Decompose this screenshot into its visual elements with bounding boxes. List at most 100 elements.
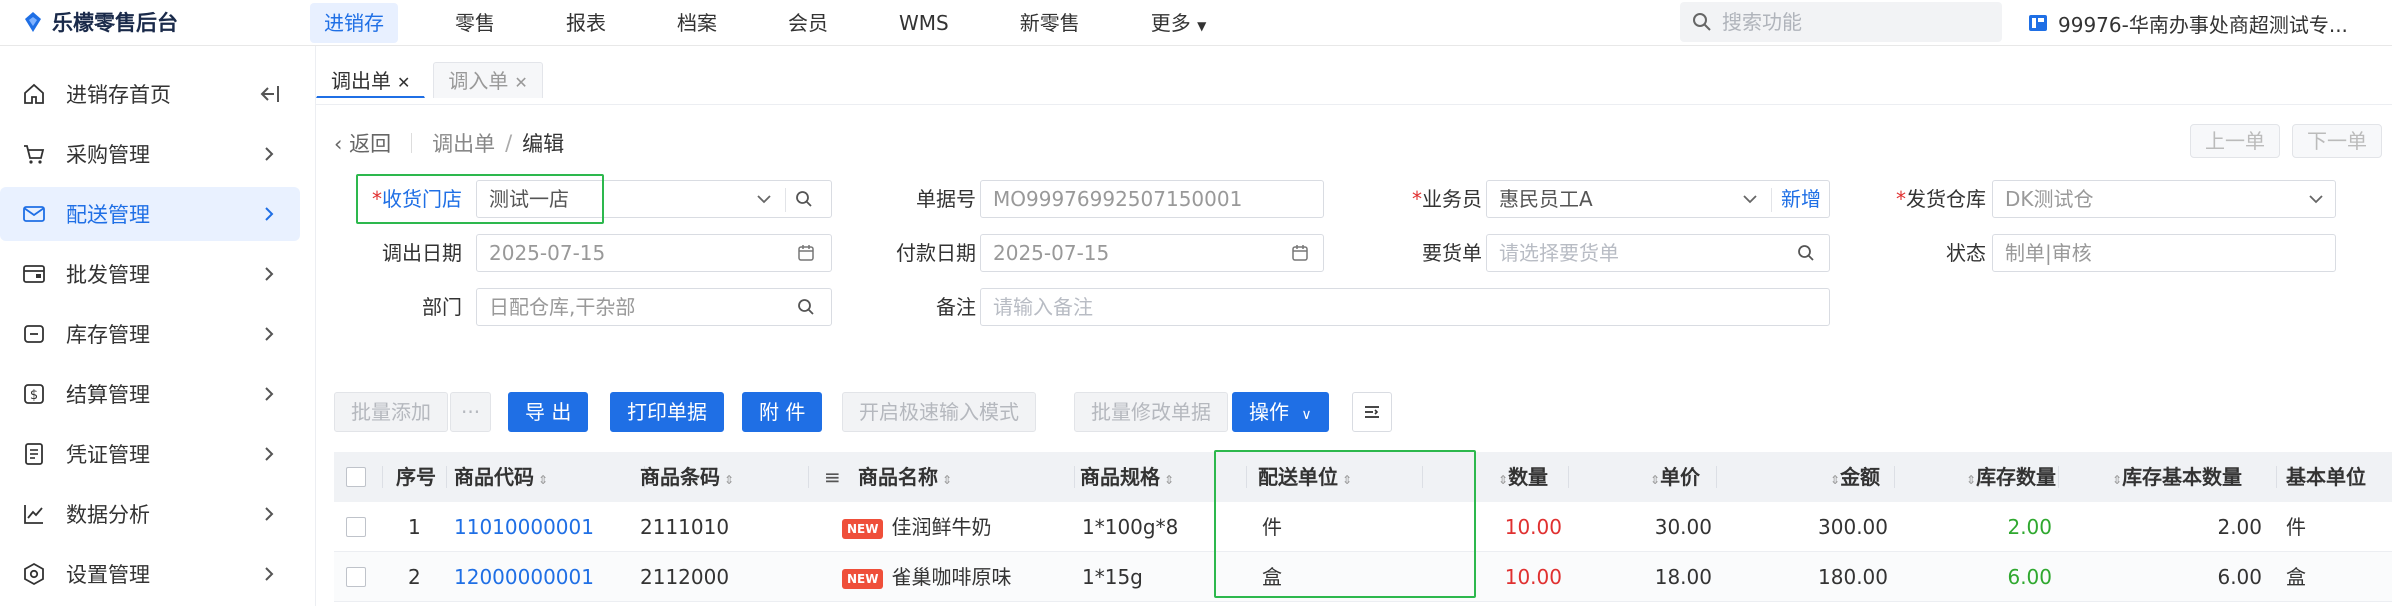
home-icon [24, 83, 44, 104]
chevron-right-icon [265, 567, 274, 581]
batch-add-button[interactable]: 批量添加 [334, 392, 448, 432]
request-doc-label: 要货单 [1422, 241, 1482, 265]
ship-warehouse-select[interactable]: DK测试仓 [1992, 180, 2336, 218]
prev-doc-button[interactable]: 上一单 [2190, 124, 2280, 158]
calendar-icon [798, 245, 814, 261]
receive-store-label: *收货门店 [316, 180, 462, 218]
add-salesman-link[interactable]: 新增 [1781, 181, 1821, 217]
sidebar-item-voucher[interactable]: 凭证管理 [0, 427, 300, 481]
cell-qty[interactable]: 10.00 [1454, 552, 1562, 602]
export-button[interactable]: 导 出 [508, 392, 589, 432]
nav-item-new-retail[interactable]: 新零售 [1006, 3, 1094, 43]
col-unit[interactable]: 配送单位 ⇕ [1258, 452, 1352, 502]
col-stock-base-qty[interactable]: ⇕库存基本数量 [2108, 452, 2242, 502]
column-divider [1894, 466, 1895, 488]
required-mark: * [372, 187, 382, 211]
nav-item-member[interactable]: 会员 [774, 3, 842, 43]
table-row[interactable]: 2 12000000001 2112000 NEW 雀巢咖啡原味 1*15g 盒 … [334, 552, 2392, 602]
batch-edit-button[interactable]: 批量修改单据 [1074, 392, 1228, 432]
field-divider [785, 188, 786, 212]
sidebar-item-delivery[interactable]: 配送管理 [0, 187, 300, 241]
row-checkbox[interactable] [346, 517, 366, 537]
more-button[interactable]: ··· [450, 392, 492, 432]
function-search-input[interactable] [1722, 2, 1992, 42]
required-mark: * [1412, 187, 1422, 211]
col-spec[interactable]: 商品规格 ⇕ [1080, 452, 1174, 502]
out-date-picker[interactable]: 2025-07-15 [476, 234, 832, 272]
search-icon[interactable] [795, 190, 813, 208]
out-date-value: 2025-07-15 [489, 241, 606, 265]
breadcrumb-parent[interactable]: 调出单 [432, 128, 495, 158]
sidebar-item-purchase[interactable]: 采购管理 [0, 127, 300, 181]
print-button[interactable]: 打印单据 [610, 392, 724, 432]
request-doc-select[interactable]: 请选择要货单 [1486, 234, 1830, 272]
nav-item-wms[interactable]: WMS [885, 3, 963, 43]
breadcrumb-slash: / [505, 131, 513, 155]
cell-qty[interactable]: 10.00 [1454, 502, 1562, 552]
search-icon[interactable] [797, 298, 815, 316]
doc-no-label: 单据号 [916, 187, 976, 211]
col-qty[interactable]: ⇕数量 [1494, 452, 1548, 502]
pay-date-label: 付款日期 [896, 241, 976, 265]
cell-code[interactable]: 11010000001 [454, 502, 594, 552]
col-stock-qty[interactable]: ⇕库存数量 [1962, 452, 2056, 502]
table-row[interactable]: 1 11010000001 2111010 NEW 佳润鲜牛奶 1*100g*8 … [334, 502, 2392, 552]
operations-dropdown[interactable]: 操作 ∨ [1232, 392, 1329, 432]
next-doc-button[interactable]: 下一单 [2292, 124, 2382, 158]
col-code[interactable]: 商品代码 ⇕ [454, 452, 548, 502]
fast-input-button[interactable]: 开启极速输入模式 [842, 392, 1036, 432]
dept-select[interactable]: 日配仓库,干杂部 [476, 288, 832, 326]
sidebar-item-home[interactable]: 进销存首页 [0, 67, 300, 121]
sidebar-item-analytics[interactable]: 数据分析 [0, 487, 300, 541]
sort-icon: ⇕ [1650, 473, 1661, 487]
cell-amount: 180.00 [1818, 565, 1888, 589]
col-name[interactable]: 商品名称 ⇕ [822, 452, 952, 502]
nav-item-inventory[interactable]: 进销存 [310, 3, 398, 43]
cell-amount: 300.00 [1818, 515, 1888, 539]
receive-store-select[interactable]: 测试一店 [476, 180, 832, 218]
close-icon[interactable]: ✕ [514, 73, 527, 92]
breadcrumb: ‹ 返回 调出单 / 编辑 [334, 128, 564, 158]
sidebar-item-label: 批发管理 [66, 263, 150, 287]
app-logo[interactable]: 乐檬零售后台 [22, 6, 178, 38]
request-doc-placeholder: 请选择要货单 [1499, 241, 1619, 265]
col-price[interactable]: ⇕单价 [1646, 452, 1700, 502]
sidebar-item-stock[interactable]: 库存管理 [0, 307, 300, 361]
pay-date-picker[interactable]: 2025-07-15 [980, 234, 1324, 272]
nav-item-archive[interactable]: 档案 [663, 3, 731, 43]
ship-warehouse-value: DK测试仓 [2005, 187, 2094, 211]
salesman-select[interactable]: 惠民员工A 新增 [1486, 180, 1830, 218]
col-barcode[interactable]: 商品条码 ⇕ [640, 452, 734, 502]
chevron-right-icon [265, 207, 274, 221]
sidebar-item-settings[interactable]: 设置管理 [0, 547, 300, 601]
tab-transfer-out[interactable]: 调出单 ✕ [316, 62, 426, 98]
cell-name-text: 雀巢咖啡原味 [891, 565, 1012, 589]
col-amount[interactable]: ⇕金额 [1826, 452, 1880, 502]
sidebar-item-wholesale[interactable]: 批发管理 [0, 247, 300, 301]
new-badge: NEW [842, 518, 884, 539]
field-divider [1771, 188, 1772, 212]
attachment-button[interactable]: 附 件 [742, 392, 823, 432]
remark-input[interactable]: 请输入备注 [980, 288, 1830, 326]
row-checkbox[interactable] [346, 567, 366, 587]
cell-code[interactable]: 12000000001 [454, 552, 594, 602]
col-price-label: 单价 [1660, 465, 1701, 489]
back-link[interactable]: ‹ 返回 [334, 128, 391, 158]
col-unit-label: 配送单位 [1258, 465, 1338, 489]
page-tabs: 调出单 ✕ 调入单 ✕ [316, 62, 551, 98]
chart-icon [24, 505, 43, 524]
close-icon[interactable]: ✕ [397, 73, 410, 92]
tab-transfer-in[interactable]: 调入单 ✕ [433, 62, 543, 98]
nav-item-reports[interactable]: 报表 [552, 3, 620, 43]
sort-icon: ⇕ [1164, 473, 1175, 487]
receive-store-value: 测试一店 [489, 187, 569, 211]
store-selector[interactable]: 99976-华南办事处商超测试专... [2028, 0, 2348, 46]
nav-item-retail[interactable]: 零售 [441, 3, 509, 43]
sort-icon: ⇕ [1966, 473, 1977, 487]
nav-item-more[interactable]: 更多 ▼ [1137, 3, 1221, 43]
column-settings-button[interactable] [1352, 392, 1392, 432]
select-all-checkbox[interactable] [346, 467, 366, 487]
search-icon[interactable] [1797, 244, 1815, 262]
col-amount-label: 金额 [1840, 465, 1881, 489]
sidebar-item-settlement[interactable]: $ 结算管理 [0, 367, 300, 421]
